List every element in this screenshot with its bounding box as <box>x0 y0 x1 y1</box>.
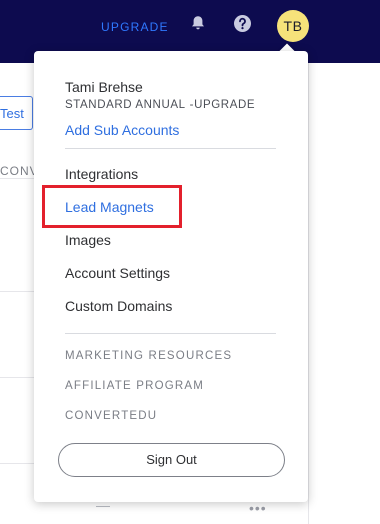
menu-item-convertedu[interactable]: CONVERTEDU <box>65 410 157 422</box>
page-divider <box>308 63 309 524</box>
table-row-divider <box>0 377 36 378</box>
column-header-label: CONV <box>0 164 39 178</box>
table-row-divider <box>0 178 36 179</box>
user-name: Tami Brehse <box>65 79 143 95</box>
add-sub-accounts-link[interactable]: Add Sub Accounts <box>65 122 179 138</box>
sign-out-button[interactable]: Sign Out <box>58 443 285 477</box>
tab-test-label: Test <box>0 106 24 121</box>
menu-item-affiliate-program[interactable]: AFFILIATE PROGRAM <box>65 380 204 392</box>
empty-value-dash <box>96 506 110 507</box>
menu-item-account-settings[interactable]: Account Settings <box>65 265 170 281</box>
plan-upgrade-link[interactable]: UPGRADE <box>194 99 255 111</box>
menu-item-custom-domains[interactable]: Custom Domains <box>65 298 172 314</box>
avatar[interactable]: TB <box>277 10 309 42</box>
plan-info: STANDARD ANNUAL -UPGRADE <box>65 99 255 111</box>
table-row-divider <box>0 463 36 464</box>
menu-divider <box>65 148 276 149</box>
menu-item-marketing-resources[interactable]: MARKETING RESOURCES <box>65 350 232 362</box>
menu-divider <box>65 333 276 334</box>
menu-item-lead-magnets[interactable]: Lead Magnets <box>65 199 154 215</box>
help-icon[interactable] <box>233 14 252 33</box>
menu-item-images[interactable]: Images <box>65 232 111 248</box>
bell-icon[interactable] <box>189 14 207 32</box>
table-row-divider <box>0 291 36 292</box>
upgrade-link[interactable]: UPGRADE <box>101 20 169 34</box>
more-options-icon[interactable]: ••• <box>249 500 267 516</box>
menu-item-integrations[interactable]: Integrations <box>65 166 138 182</box>
plan-name: STANDARD ANNUAL <box>65 99 186 111</box>
